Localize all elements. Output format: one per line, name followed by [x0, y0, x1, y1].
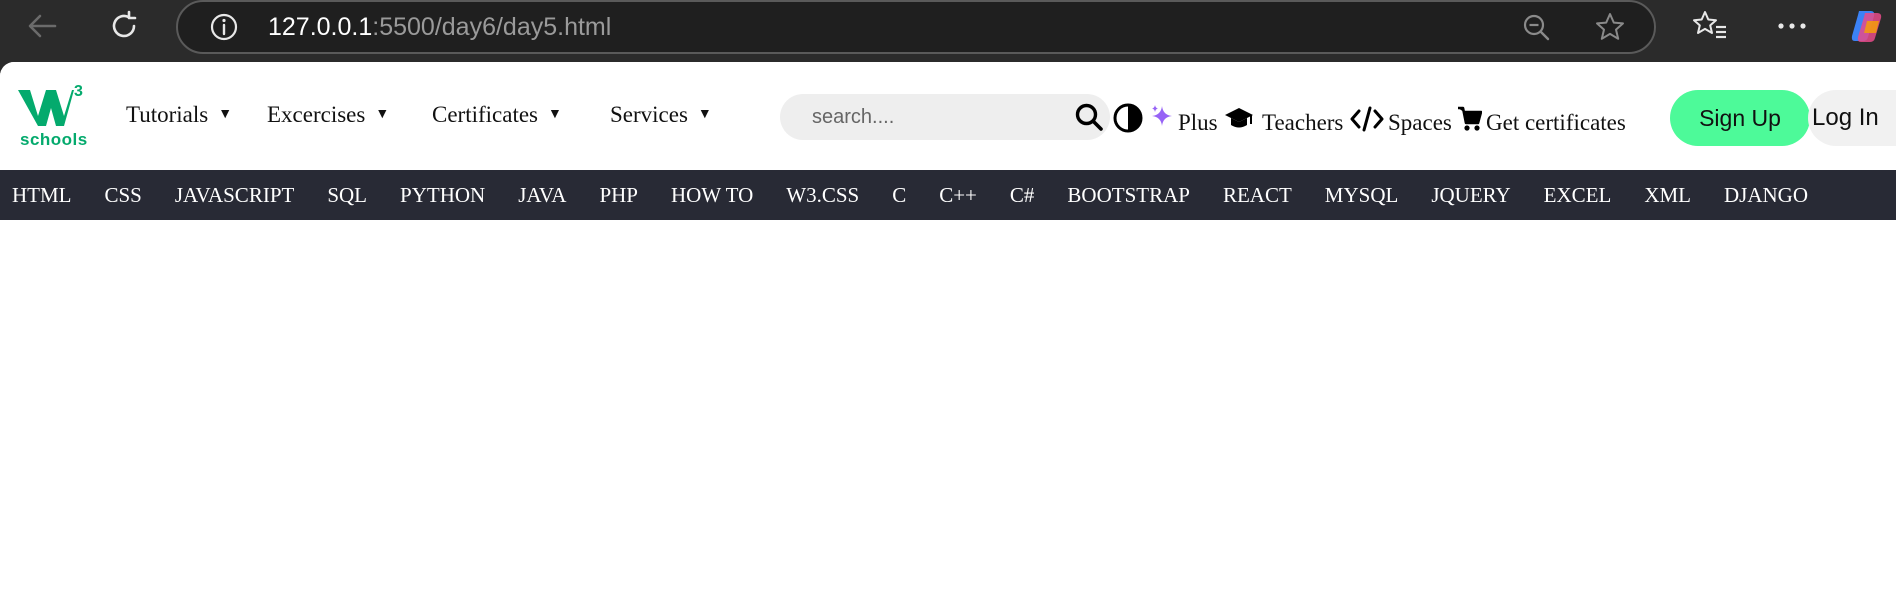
url-path: :5500/day6/day5.html: [372, 13, 612, 41]
caret-down-icon: ▼: [375, 107, 390, 122]
menu-exercises-label: Excercises: [267, 102, 366, 127]
menu-services[interactable]: Services ▼: [610, 102, 712, 128]
menu-services-label: Services: [610, 102, 688, 127]
favorite-star-icon[interactable]: [1590, 7, 1630, 47]
subject-link-python[interactable]: PYTHON: [400, 183, 485, 208]
search-box: [780, 94, 1110, 140]
subject-link-excel[interactable]: EXCEL: [1544, 183, 1612, 208]
subject-link-c[interactable]: C++: [939, 183, 977, 208]
subject-link-c[interactable]: C: [892, 183, 906, 208]
page-viewport: 3 schools Tutorials ▼ Excercises ▼ Certi…: [0, 62, 1896, 602]
sparkle-icon: [1152, 105, 1172, 126]
copilot-icon[interactable]: [1846, 6, 1886, 46]
graduation-cap-icon: [1225, 108, 1253, 128]
contrast-icon: [1113, 103, 1143, 133]
reload-icon[interactable]: [104, 6, 144, 46]
logo-subtext: schools: [20, 130, 88, 149]
logo-superscript: 3: [74, 84, 83, 100]
subject-link-w3-css[interactable]: W3.CSS: [786, 183, 859, 208]
subject-link-how-to[interactable]: HOW TO: [671, 183, 753, 208]
subject-link-jquery[interactable]: JQUERY: [1431, 183, 1510, 208]
menu-certificates-label: Certificates: [432, 102, 539, 127]
subject-link-c[interactable]: C#: [1010, 183, 1035, 208]
search-input[interactable]: [812, 94, 1052, 140]
cart-icon: [1458, 106, 1482, 131]
spaces-label: Spaces: [1388, 110, 1452, 135]
subject-link-bootstrap[interactable]: BOOTSTRAP: [1067, 183, 1190, 208]
address-bar[interactable]: 127.0.0.1:5500/day6/day5.html: [176, 0, 1656, 54]
subject-link-css[interactable]: CSS: [105, 183, 142, 208]
teachers-link[interactable]: Teachers: [1224, 102, 1343, 136]
log-in-button[interactable]: Log In: [1808, 90, 1896, 146]
back-arrow-icon[interactable]: [22, 6, 62, 46]
theme-toggle[interactable]: [1112, 102, 1144, 134]
subject-link-php[interactable]: PHP: [599, 183, 638, 208]
subject-link-html[interactable]: HTML: [12, 183, 72, 208]
search-icon[interactable]: [1072, 100, 1106, 134]
menu-certificates[interactable]: Certificates ▼: [432, 102, 562, 128]
browser-toolbar: 127.0.0.1:5500/day6/day5.html: [0, 0, 1896, 62]
subject-link-mysql[interactable]: MYSQL: [1325, 183, 1399, 208]
subject-link-react[interactable]: REACT: [1223, 183, 1292, 208]
subject-link-xml[interactable]: XML: [1644, 183, 1691, 208]
w3schools-logo[interactable]: 3 schools: [18, 83, 88, 150]
get-certificates-label: Get certificates: [1486, 110, 1626, 135]
teachers-label: Teachers: [1262, 110, 1344, 135]
logo-mark: 3: [18, 83, 83, 126]
menu-tutorials-label: Tutorials: [126, 102, 209, 127]
subject-link-java[interactable]: JAVA: [518, 183, 566, 208]
caret-down-icon: ▼: [697, 107, 712, 122]
plus-link[interactable]: Plus: [1150, 102, 1218, 136]
site-info-icon[interactable]: [204, 7, 244, 47]
favorites-list-icon[interactable]: [1690, 6, 1730, 46]
url-host: 127.0.0.1: [268, 13, 373, 41]
top-navigation: 3 schools Tutorials ▼ Excercises ▼ Certi…: [0, 62, 1896, 170]
menu-tutorials[interactable]: Tutorials ▼: [126, 102, 232, 128]
url-text[interactable]: 127.0.0.1:5500/day6/day5.html: [268, 13, 611, 42]
caret-down-icon: ▼: [548, 107, 562, 122]
subject-link-django[interactable]: DJANGO: [1724, 183, 1808, 208]
subject-link-sql[interactable]: SQL: [327, 183, 367, 208]
subject-link-javascript[interactable]: JAVASCRIPT: [175, 183, 294, 208]
more-icon[interactable]: [1772, 6, 1812, 46]
zoom-out-icon[interactable]: [1516, 7, 1556, 47]
sign-up-button[interactable]: Sign Up: [1670, 90, 1810, 146]
spaces-link[interactable]: Spaces: [1350, 102, 1452, 136]
plus-label: Plus: [1178, 110, 1218, 135]
subject-navbar: HTML CSS JAVASCRIPT SQL PYTHON JAVA PHP HOW TO W…: [0, 170, 1896, 220]
get-certificates-link[interactable]: Get certificates: [1456, 102, 1626, 136]
code-icon: [1350, 106, 1384, 132]
menu-exercises[interactable]: Excercises ▼: [267, 102, 389, 128]
caret-down-icon: ▼: [218, 107, 233, 122]
